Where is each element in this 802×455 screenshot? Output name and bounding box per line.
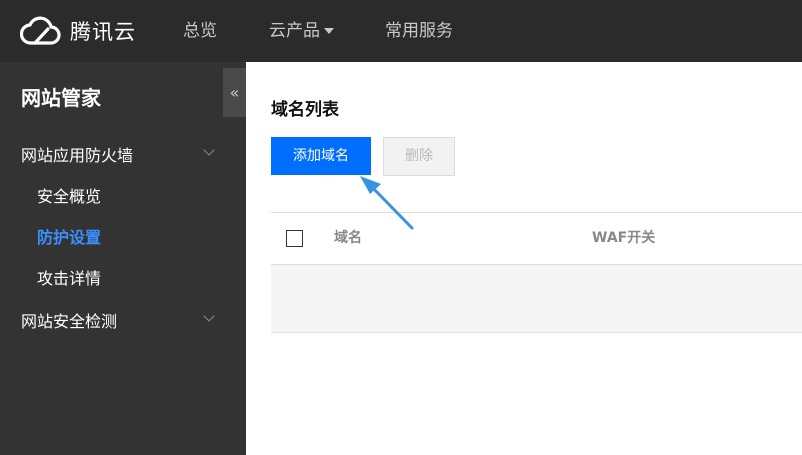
cloud-logo-icon (20, 16, 61, 45)
sidebar-group-waf[interactable]: 网站应用防火墙 (21, 142, 216, 166)
chevron-down-icon (203, 310, 215, 322)
brand-name: 腾讯云 (70, 20, 136, 44)
nav-overview[interactable]: 总览 (183, 0, 217, 62)
nav-cloud-products-label: 云产品 (269, 21, 320, 41)
sidebar-title: 网站管家 (21, 86, 101, 110)
select-all-checkbox[interactable] (286, 230, 303, 247)
chevron-down-icon (203, 144, 215, 156)
top-navigation-bar: 腾讯云 总览 云产品 常用服务 (0, 0, 802, 62)
sidebar-group-label: 网站安全检测 (21, 312, 118, 331)
caret-down-icon (324, 28, 334, 34)
table-header: 域名 WAF开关 (271, 212, 802, 265)
column-header-waf-switch: WAF开关 (592, 230, 656, 246)
sidebar-group-site-security-scan[interactable]: 网站安全检测 (21, 308, 216, 332)
double-chevron-left-icon: « (229, 83, 240, 102)
add-domain-button[interactable]: 添加域名 (271, 137, 371, 175)
sidebar-collapse-button[interactable]: « (223, 68, 246, 117)
page-title: 域名列表 (271, 100, 339, 120)
nav-cloud-products[interactable]: 云产品 (269, 0, 334, 62)
sidebar: 网站管家 « 网站应用防火墙 安全概览 防护设置 攻击详情 网站安全检测 (0, 62, 246, 455)
table-empty-row (271, 265, 802, 333)
sidebar-item-attack-details[interactable]: 攻击详情 (37, 265, 101, 289)
delete-button[interactable]: 删除 (383, 137, 455, 176)
nav-common-services[interactable]: 常用服务 (385, 0, 453, 62)
brand-logo[interactable]: 腾讯云 (20, 13, 136, 49)
column-header-domain: 域名 (334, 230, 362, 246)
sidebar-item-security-overview[interactable]: 安全概览 (37, 183, 101, 207)
domain-table: 域名 WAF开关 (271, 212, 802, 333)
sidebar-item-protection-settings[interactable]: 防护设置 (37, 224, 101, 248)
sidebar-group-label: 网站应用防火墙 (21, 146, 134, 165)
